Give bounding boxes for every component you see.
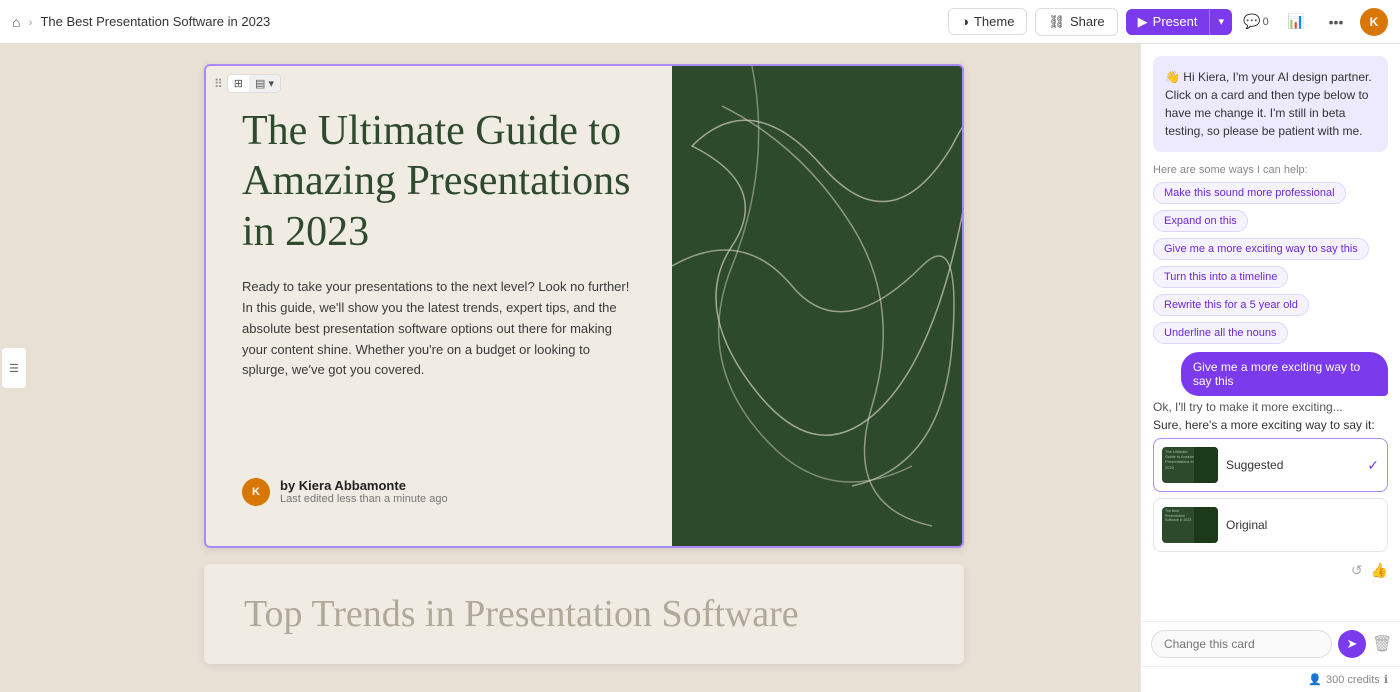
slide-content-left: The Ultimate Guide to Amazing Presentati…: [206, 66, 672, 546]
slide-toolbar: ⠿ ⊞ ▤ ▾: [214, 74, 281, 93]
credits-bar: 👤 300 credits ℹ: [1141, 666, 1400, 692]
chip-nouns[interactable]: Underline all the nouns: [1153, 322, 1288, 344]
share-button[interactable]: ⛓ Share: [1035, 8, 1117, 36]
main-layout: ☰ ⠿ ⊞ ▤ ▾ ✦ ✦ AI editing The Ultimate Gu…: [0, 44, 1400, 692]
suggestion-chips: Make this sound more professional Expand…: [1141, 182, 1400, 344]
slide-drag-handle[interactable]: ⠿: [214, 77, 223, 91]
share-icon: ⛓: [1048, 14, 1065, 30]
ai-response-text-2: Sure, here's a more exciting way to say …: [1153, 418, 1388, 432]
nav-actions: ◑ Theme ⛓ Share ▶ Present ▾ 💬 0 📊 ••• K: [948, 6, 1388, 38]
avatar[interactable]: K: [1360, 8, 1388, 36]
original-thumb-text: The BestPresentationSoftware in 2023: [1165, 509, 1191, 523]
share-label: Share: [1070, 14, 1105, 29]
slide-author: K by Kiera Abbamonte Last edited less th…: [242, 478, 636, 506]
slide-card-inner: The Ultimate Guide to Amazing Presentati…: [206, 66, 962, 546]
suggested-thumb-text: The UltimateGuide to AmazingPresentation…: [1165, 449, 1197, 470]
original-card[interactable]: The BestPresentationSoftware in 2023 Ori…: [1153, 498, 1388, 552]
slide-body: Ready to take your presentations to the …: [242, 277, 636, 381]
ai-intro-text: 👋 Hi Kiera, I'm your AI design partner. …: [1165, 70, 1372, 138]
credits-count: 300 credits: [1326, 674, 1380, 686]
chat-input-area: ➤ 🗑: [1141, 621, 1400, 666]
check-icon: ✓: [1367, 457, 1379, 474]
slide-card-2[interactable]: Top Trends in Presentation Software: [204, 564, 964, 664]
canvas-area: ⠿ ⊞ ▤ ▾ ✦ ✦ AI editing The Ultimate Guid…: [28, 44, 1140, 692]
chip-professional[interactable]: Make this sound more professional: [1153, 182, 1346, 204]
slide-card-1[interactable]: ⠿ ⊞ ▤ ▾ ✦ ✦ AI editing The Ultimate Guid…: [204, 64, 964, 548]
slide-image-right: [672, 66, 962, 546]
theme-icon: ◑: [961, 14, 969, 29]
user-message-bubble: Give me a more exciting way to say this: [1181, 352, 1388, 396]
original-thumb-green: [1194, 507, 1218, 543]
suggested-label: Suggested: [1226, 458, 1359, 472]
info-icon[interactable]: ℹ: [1384, 673, 1388, 686]
left-sidebar: ☰: [0, 44, 28, 692]
breadcrumb-chevron: ›: [28, 15, 32, 29]
ai-response-text-1: Ok, I'll try to make it more exciting...: [1153, 400, 1388, 414]
top-nav: ⌂ › The Best Presentation Software in 20…: [0, 0, 1400, 44]
ai-intro-message: 👋 Hi Kiera, I'm your AI design partner. …: [1153, 56, 1388, 152]
suggested-card-thumb: The UltimateGuide to AmazingPresentation…: [1162, 447, 1218, 483]
suggestions-label: Here are some ways I can help:: [1141, 164, 1400, 182]
slide-content-main: The Ultimate Guide to Amazing Presentati…: [242, 106, 636, 381]
view-toggle: ⊞ ▤ ▾: [227, 74, 281, 93]
analytics-button[interactable]: 📊: [1280, 6, 1312, 38]
slide-2-title: Top Trends in Presentation Software: [244, 592, 799, 636]
author-avatar: K: [242, 478, 270, 506]
comment-button[interactable]: 💬 0: [1240, 6, 1272, 38]
chip-timeline[interactable]: Turn this into a timeline: [1153, 266, 1288, 288]
slide-title: The Ultimate Guide to Amazing Presentati…: [242, 106, 636, 257]
suggested-card[interactable]: The UltimateGuide to AmazingPresentation…: [1153, 438, 1388, 492]
present-dropdown-button[interactable]: ▾: [1209, 9, 1232, 35]
grid-view-button[interactable]: ⊞: [228, 75, 249, 92]
thumbs-up-button[interactable]: ↺: [1351, 562, 1363, 579]
chip-expand[interactable]: Expand on this: [1153, 210, 1248, 232]
play-icon: ▶: [1138, 14, 1148, 30]
chat-messages: 👋 Hi Kiera, I'm your AI design partner. …: [1141, 44, 1400, 621]
home-icon[interactable]: ⌂: [12, 14, 20, 30]
author-info: by Kiera Abbamonte Last edited less than…: [280, 478, 448, 505]
sidebar-toggle-button[interactable]: ☰: [2, 348, 26, 388]
delete-button[interactable]: 🗑: [1372, 634, 1392, 654]
list-view-button[interactable]: ▤ ▾: [249, 75, 280, 92]
more-button[interactable]: •••: [1320, 6, 1352, 38]
send-button[interactable]: ➤: [1338, 630, 1366, 658]
breadcrumb-title: The Best Presentation Software in 2023: [40, 14, 270, 29]
present-label: Present: [1153, 14, 1198, 29]
chip-fiveyear[interactable]: Rewrite this for a 5 year old: [1153, 294, 1309, 316]
original-label: Original: [1226, 518, 1379, 532]
reaction-row: ↺ 👍: [1141, 558, 1400, 587]
present-button-group: ▶ Present ▾: [1126, 9, 1232, 35]
present-button[interactable]: ▶ Present: [1126, 9, 1210, 35]
comment-count: 0: [1263, 16, 1269, 28]
theme-button[interactable]: ◑ Theme: [948, 8, 1027, 35]
original-card-thumb: The BestPresentationSoftware in 2023: [1162, 507, 1218, 543]
theme-label: Theme: [974, 14, 1014, 29]
thumbs-down-button[interactable]: 👍: [1371, 562, 1388, 579]
ai-panel: 👋 Hi Kiera, I'm your AI design partner. …: [1140, 44, 1400, 692]
chip-exciting[interactable]: Give me a more exciting way to say this: [1153, 238, 1369, 260]
author-sub: Last edited less than a minute ago: [280, 493, 448, 505]
chat-input[interactable]: [1151, 630, 1332, 658]
person-icon: 👤: [1308, 673, 1322, 686]
thumb-green-block: [1194, 447, 1218, 483]
author-name: by Kiera Abbamonte: [280, 478, 448, 493]
slide-abstract-art: [672, 66, 962, 546]
